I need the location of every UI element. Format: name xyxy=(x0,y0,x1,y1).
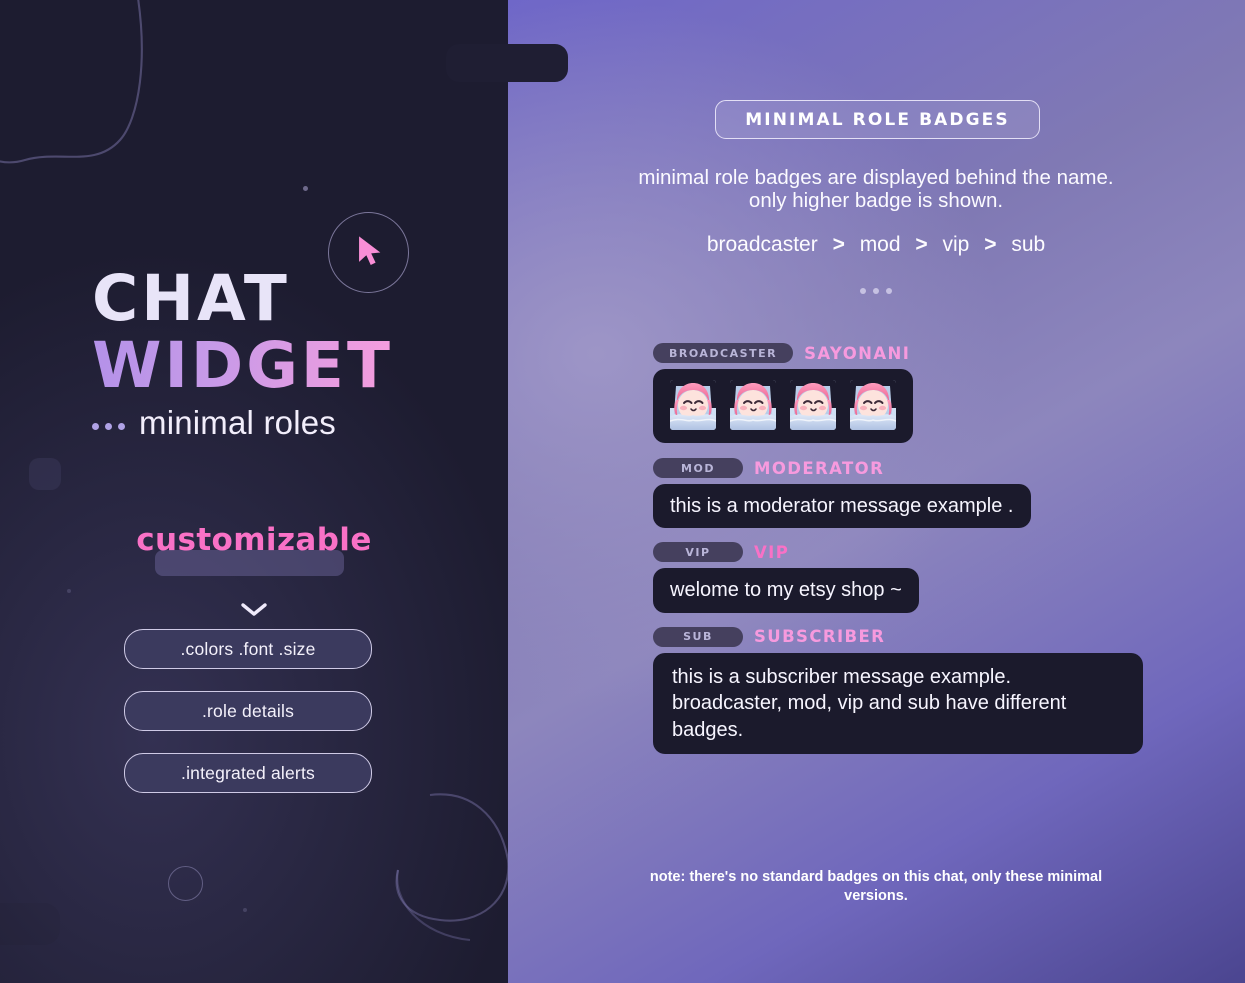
chat-row-meta: BROADCASTER SAYONANI xyxy=(653,343,1233,363)
chat-username: VIP xyxy=(754,542,790,562)
chat-row-meta: MOD MODERATOR xyxy=(653,458,1233,478)
sleepy-pink-hair-character-emote xyxy=(670,380,716,430)
decor-rect-divider-top xyxy=(446,44,568,82)
hierarchy-item-broadcaster: broadcaster xyxy=(706,233,818,256)
hierarchy-separator: > xyxy=(915,233,928,256)
chat-username: SAYONANI xyxy=(804,343,911,363)
sleepy-pink-hair-character-emote xyxy=(850,380,896,430)
chat-bubble-emotes xyxy=(653,369,913,443)
logo-block: CHAT WIDGET xyxy=(0,262,508,398)
pill-integrated-alerts[interactable]: .integrated alerts xyxy=(124,753,372,793)
feature-pill-list: .colors .font .size .role details .integ… xyxy=(124,629,372,793)
hierarchy-item-mod: mod xyxy=(859,233,901,256)
hierarchy-separator: > xyxy=(984,233,997,256)
chevron-down-icon[interactable] xyxy=(0,602,508,623)
subtitle-row: minimal roles xyxy=(92,404,508,442)
customizable-label: customizable xyxy=(136,522,372,558)
pill-label: .role details xyxy=(201,700,295,721)
subtitle-text: minimal roles xyxy=(139,404,336,441)
subtitle-dots-icon xyxy=(92,417,125,430)
hierarchy-item-sub: sub xyxy=(1011,233,1046,256)
role-badge-label: BROADCASTER xyxy=(669,346,778,360)
chat-username: SUBSCRIBER xyxy=(754,627,886,647)
left-panel: CHAT WIDGET minimal roles customizable .… xyxy=(0,0,508,983)
role-badge-sub: SUB xyxy=(653,626,743,647)
chat-row-vip: VIP VIP welome to my etsy shop ~ xyxy=(653,542,1233,613)
role-badge-label: SUB xyxy=(683,630,713,644)
chat-bubble-mod: this is a moderator message example . xyxy=(653,484,1031,529)
pill-label: .colors .font .size xyxy=(180,638,316,659)
role-hierarchy: broadcaster > mod > vip > sub xyxy=(626,233,1126,257)
chat-row-broadcaster: BROADCASTER SAYONANI xyxy=(653,343,1233,443)
chat-row-mod: MOD MODERATOR this is a moderator messag… xyxy=(653,458,1233,529)
logo-line-chat: CHAT xyxy=(92,262,290,335)
role-badge-broadcaster: BROADCASTER xyxy=(653,343,794,363)
title-badge: MINIMAL ROLE BADGES xyxy=(715,100,1040,139)
hierarchy-item-vip: vip xyxy=(942,233,970,256)
footer-note: note: there's no standard badges on this… xyxy=(649,869,1103,904)
customizable-section: customizable xyxy=(0,522,508,616)
logo-line-widget: WIDGET xyxy=(0,333,508,398)
role-badge-label: VIP xyxy=(685,545,711,559)
chat-row-meta: VIP VIP xyxy=(653,542,1233,563)
role-badge-mod: MOD xyxy=(653,458,743,478)
dots-separator-icon xyxy=(626,288,1126,294)
role-badge-vip: VIP xyxy=(653,542,743,563)
chat-row-meta: SUB SUBSCRIBER xyxy=(653,626,1233,647)
pill-role-details[interactable]: .role details xyxy=(124,691,372,731)
chat-bubble-sub: this is a subscriber message example. br… xyxy=(653,652,1143,754)
sleepy-pink-hair-character-emote xyxy=(790,380,836,430)
sleepy-pink-hair-character-emote xyxy=(730,380,776,430)
poster-root: CHAT WIDGET minimal roles customizable .… xyxy=(0,0,1245,983)
role-badge-label: MOD xyxy=(681,461,715,475)
pill-label: .integrated alerts xyxy=(181,762,315,783)
pill-colors-font-size[interactable]: .colors .font .size xyxy=(124,629,372,669)
right-panel: MINIMAL ROLE BADGES minimal role badges … xyxy=(508,0,1245,983)
description-text: minimal role badges are displayed behind… xyxy=(638,166,1114,213)
chat-bubble-vip: welome to my etsy shop ~ xyxy=(653,568,919,613)
title-badge-label: MINIMAL ROLE BADGES xyxy=(745,109,1010,130)
chat-username: MODERATOR xyxy=(754,458,885,478)
chat-preview-list: BROADCASTER SAYONANI MOD MODERATOR this … xyxy=(653,343,1233,754)
chat-row-sub: SUB SUBSCRIBER this is a subscriber mess… xyxy=(653,626,1233,754)
hierarchy-separator: > xyxy=(832,233,845,256)
